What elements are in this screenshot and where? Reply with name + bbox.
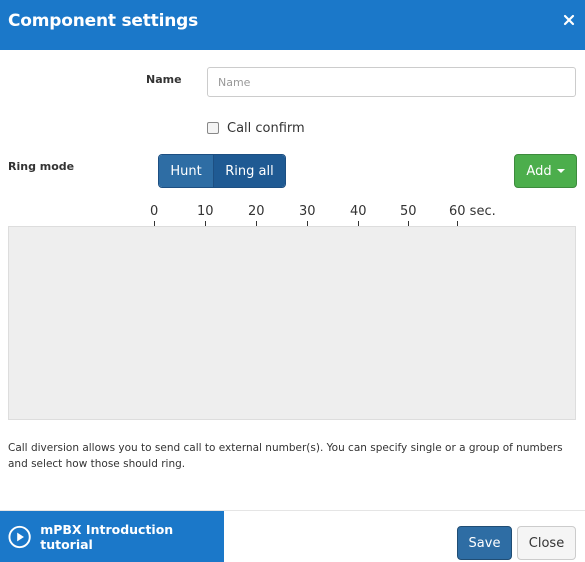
- tick-label: 60 sec.: [449, 204, 496, 219]
- timeline-ruler: 0 10 20 30 40 50 60 sec.: [0, 202, 585, 227]
- help-description: Call diversion allows you to send call t…: [8, 442, 563, 470]
- close-icon[interactable]: [563, 14, 575, 26]
- tutorial-link[interactable]: mPBX Introduction tutorial: [0, 511, 224, 562]
- ring-mode-label: Ring mode: [8, 160, 75, 173]
- tick-label: 50: [400, 204, 417, 219]
- save-button[interactable]: Save: [457, 526, 512, 560]
- add-button-label: Add: [526, 163, 552, 179]
- dialog-header: Component settings: [0, 0, 585, 50]
- caret-down-icon: [556, 169, 565, 173]
- tutorial-label: mPBX Introduction tutorial: [40, 521, 174, 552]
- call-confirm-label: Call confirm: [227, 120, 305, 136]
- play-circle-icon: [8, 525, 31, 548]
- ring-mode-hunt-button[interactable]: Hunt: [159, 155, 214, 187]
- timeline-area[interactable]: [8, 226, 576, 420]
- call-confirm-row[interactable]: Call confirm: [207, 119, 305, 137]
- ring-mode-toggle: Hunt Ring all: [158, 154, 286, 188]
- dialog-title: Component settings: [8, 11, 199, 31]
- name-input[interactable]: [207, 67, 576, 97]
- tick-label: 0: [150, 204, 159, 219]
- call-confirm-checkbox[interactable]: [207, 122, 219, 134]
- tick-label: 30: [299, 204, 316, 219]
- close-button[interactable]: Close: [517, 526, 576, 560]
- tick-label: 40: [350, 204, 367, 219]
- name-label: Name: [146, 73, 182, 86]
- tick-label: 20: [248, 204, 265, 219]
- add-dropdown-button[interactable]: Add: [514, 154, 577, 188]
- tick-label: 10: [197, 204, 214, 219]
- ring-mode-ring-all-button[interactable]: Ring all: [214, 155, 285, 187]
